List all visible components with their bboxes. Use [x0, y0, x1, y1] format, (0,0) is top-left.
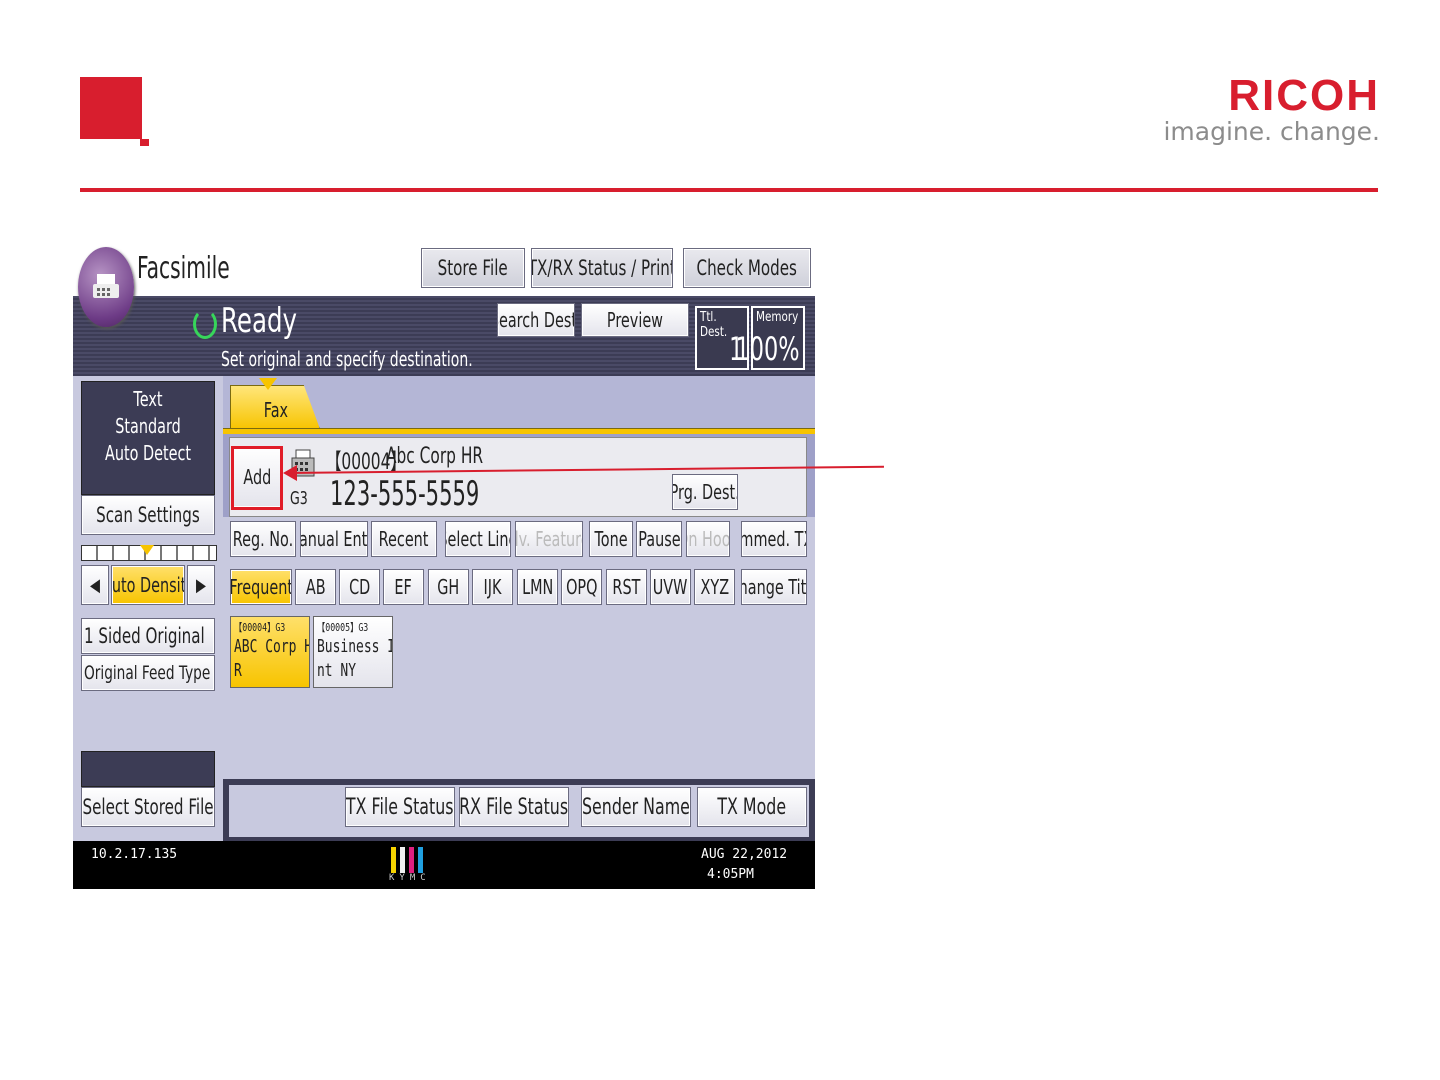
fax-app-icon: [78, 247, 134, 327]
scan-settings-button[interactable]: Scan Settings: [81, 495, 215, 535]
one-sided-original-button[interactable]: 1 Sided Original: [81, 618, 215, 654]
destination-line: G3: [290, 488, 308, 509]
index-tab-ab[interactable]: AB: [295, 569, 336, 605]
tab-underline: [223, 428, 815, 434]
check-modes-button[interactable]: Check Modes: [683, 248, 811, 288]
destination-tile-code: 【00005】G3: [317, 621, 369, 634]
memory-value: 100%: [734, 330, 799, 368]
destination-tile-name: ABC Corp HR: [234, 636, 310, 681]
on-hook-button: On Hook: [686, 521, 730, 557]
index-tab-uvw[interactable]: UVW: [650, 569, 691, 605]
index-tab-lmn[interactable]: LMN: [517, 569, 558, 605]
txrx-status-button[interactable]: TX/RX Status / Print: [531, 248, 673, 288]
preview-button[interactable]: Preview: [581, 303, 689, 337]
slide-logo-mark-tip: [140, 139, 149, 146]
destination-tile-code: 【00004】G3: [234, 621, 286, 634]
destination-name: Abc Corp HR: [386, 444, 484, 469]
select-line-button[interactable]: Select Line: [445, 521, 511, 557]
store-file-button[interactable]: Store File: [421, 248, 525, 288]
destination-number: 123-555-5559: [330, 474, 480, 514]
destination-display: Add 【00004】 Abc Corp HR G3 123-555-5559 …: [229, 437, 807, 517]
brand-tagline: imagine. change.: [1163, 117, 1380, 146]
toner-level-icon: [389, 847, 425, 873]
status-time: 4:05PM: [707, 867, 754, 882]
tab-fax-label: Fax: [263, 398, 289, 422]
index-tab-frequent[interactable]: Frequent: [230, 569, 292, 605]
brand-name: RICOH: [1228, 71, 1380, 120]
app-title: Facsimile: [137, 251, 230, 286]
auto-density-button[interactable]: Auto Density: [111, 565, 185, 605]
scan-mode-resolution: Standard: [115, 414, 181, 438]
scan-mode-detect: Auto Detect: [104, 441, 192, 465]
density-darker-button[interactable]: ▶: [187, 565, 215, 605]
recent-button[interactable]: Recent: [371, 521, 437, 557]
adv-features-button: Adv. Features: [515, 521, 583, 557]
tx-mode-button[interactable]: TX Mode: [697, 787, 807, 827]
scan-mode-type: Text: [133, 387, 163, 411]
scan-mode-display: Text Standard Auto Detect: [81, 381, 215, 495]
stored-file-display: [81, 751, 215, 787]
destination-tile[interactable]: 【00005】G3 Business Int NY: [313, 616, 393, 688]
density-lighter-button[interactable]: ◀: [81, 565, 109, 605]
destination-tile-name: Business Int NY: [317, 636, 393, 681]
index-tab-ijk[interactable]: IJK: [472, 569, 513, 605]
index-tab-ef[interactable]: EF: [383, 569, 424, 605]
pause-button[interactable]: Pause: [636, 521, 682, 557]
brand-logo: RICOH imagine. change.: [1163, 74, 1380, 146]
change-title-button[interactable]: Change Title: [741, 569, 807, 605]
fax-panel: Facsimile Store File TX/RX Status / Prin…: [73, 243, 815, 889]
select-stored-file-button[interactable]: Select Stored File: [81, 787, 215, 827]
status-state: Ready: [221, 301, 298, 341]
rx-file-status-button[interactable]: RX File Status: [459, 787, 569, 827]
immediate-tx-button[interactable]: Immed. TX: [741, 521, 807, 557]
memory-counter: Memory 100%: [735, 306, 805, 370]
reg-no-button[interactable]: Reg. No.: [230, 521, 296, 557]
tone-button[interactable]: Tone: [589, 521, 633, 557]
memory-label: Memory: [756, 310, 799, 325]
toner-label: KYMC: [389, 873, 431, 883]
add-button-highlight: [231, 446, 283, 510]
index-tab-rst[interactable]: RST: [606, 569, 647, 605]
index-tab-xyz[interactable]: XYZ: [694, 569, 735, 605]
header-rule: [80, 188, 1378, 192]
destination-tile-selected[interactable]: 【00004】G3 ABC Corp HR: [230, 616, 310, 688]
status-date: AUG 22,2012: [701, 847, 788, 862]
search-dest-button[interactable]: Search Dest.: [497, 303, 575, 337]
index-tab-opq[interactable]: OPQ: [561, 569, 602, 605]
ip-address: 10.2.17.135: [91, 847, 178, 862]
ready-indicator-icon: [193, 309, 217, 339]
sender-name-button[interactable]: Sender Name: [581, 787, 691, 827]
tx-file-status-button[interactable]: TX File Status: [345, 787, 455, 827]
original-feed-type-button[interactable]: Original Feed Type: [81, 655, 215, 691]
slide-logo-mark: [80, 77, 142, 139]
tab-indicator-icon: [259, 378, 277, 390]
density-pointer-icon: [140, 545, 154, 555]
index-tab-gh[interactable]: GH: [428, 569, 469, 605]
status-message: Set original and specify destination.: [221, 347, 473, 371]
index-tab-cd[interactable]: CD: [339, 569, 380, 605]
callout-arrow-head-icon: [283, 465, 297, 481]
program-destination-button[interactable]: Prg. Dest.: [672, 474, 738, 510]
manual-entry-button[interactable]: Manual Entry: [300, 521, 368, 557]
